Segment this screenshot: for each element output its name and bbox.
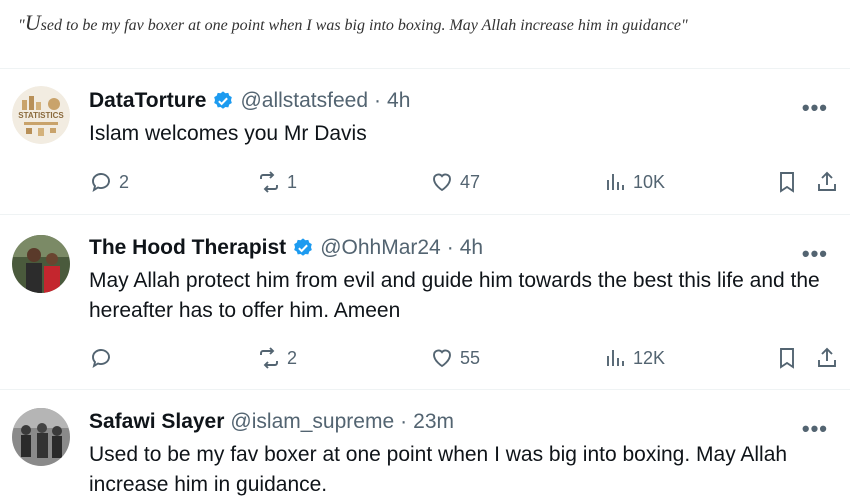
bookmark-button[interactable] [775, 167, 799, 197]
analytics-icon [607, 174, 624, 190]
user-handle[interactable]: @islam_supreme [230, 410, 394, 434]
retweet-button[interactable]: 1 [257, 167, 297, 197]
timestamp[interactable]: 23m [413, 410, 454, 434]
reply-icon [92, 349, 110, 369]
more-options-icon[interactable]: ••• [802, 418, 828, 440]
separator-dot: · [374, 89, 382, 112]
verified-badge-icon [212, 90, 234, 112]
tweet-text: May Allah protect him from evil and guid… [89, 269, 820, 322]
like-button[interactable]: 47 [430, 167, 480, 197]
reply-count: 2 [119, 171, 130, 192]
views-button[interactable]: 12K [603, 343, 665, 373]
avatar[interactable] [12, 235, 70, 293]
retweet-button[interactable]: 2 [257, 343, 297, 373]
like-count: 55 [460, 347, 481, 368]
avatar[interactable] [12, 408, 70, 466]
tweet-header: DataTorture @allstatsfeed · 4h [89, 89, 410, 113]
share-icon [818, 347, 836, 367]
tweet-text: Used to be my fav boxer at one point whe… [89, 443, 788, 496]
quote-text: sed to be my fav boxer at one point when… [40, 17, 688, 34]
bookmark-icon [780, 172, 794, 193]
display-name[interactable]: DataTorture [89, 89, 206, 113]
like-button[interactable]: 55 [430, 343, 480, 373]
tweet-actions: 2 55 12K [89, 343, 849, 373]
retweet-icon [260, 171, 278, 193]
reply-button[interactable]: 2 [89, 167, 129, 197]
like-count: 47 [460, 171, 481, 192]
quote-drop-letter: U [24, 10, 41, 35]
retweet-count: 2 [287, 347, 298, 368]
bookmark-icon [780, 348, 794, 369]
more-options-icon[interactable]: ••• [802, 97, 828, 119]
separator-dot: · [400, 410, 408, 433]
separator-dot: · [446, 236, 454, 259]
analytics-icon [607, 350, 624, 366]
user-handle[interactable]: @OhhMar24 [320, 236, 441, 260]
reply-icon [92, 173, 110, 193]
tweet-text: Islam welcomes you Mr Davis [89, 122, 367, 145]
quote-open-mark: " [18, 17, 25, 34]
avatar-logo-text: STATISTICS [18, 111, 64, 120]
views-button[interactable]: 10K [603, 167, 665, 197]
heart-icon [433, 173, 451, 192]
tweet-hood-therapist[interactable]: The Hood Therapist @OhhMar24 · 4h ••• Ma… [0, 215, 850, 390]
tweet-safawi-slayer[interactable]: Safawi Slayer @islam_supreme · 23m ••• U… [0, 390, 850, 500]
display-name[interactable]: The Hood Therapist [89, 236, 286, 260]
tweet-header: The Hood Therapist @OhhMar24 · 4h [89, 236, 483, 260]
verified-badge-icon [292, 237, 314, 259]
quoted-caption: "Used to be my fav boxer at one point wh… [18, 10, 838, 36]
share-button[interactable] [815, 167, 839, 197]
display-name[interactable]: Safawi Slayer [89, 410, 224, 434]
timestamp[interactable]: 4h [387, 89, 410, 113]
tweet-actions: 2 1 47 10K [89, 167, 849, 197]
retweet-count: 1 [287, 171, 298, 192]
bookmark-button[interactable] [775, 343, 799, 373]
reply-button[interactable] [89, 343, 119, 373]
share-icon [818, 171, 836, 191]
timestamp[interactable]: 4h [460, 236, 483, 260]
heart-icon [433, 349, 451, 368]
retweet-icon [260, 347, 278, 369]
user-handle[interactable]: @allstatsfeed [240, 89, 368, 113]
more-options-icon[interactable]: ••• [802, 243, 828, 265]
view-count: 10K [633, 171, 666, 192]
tweet-datatorture[interactable]: STATISTICS DataTorture @allstatsfeed · 4… [0, 69, 850, 215]
avatar[interactable]: STATISTICS [12, 86, 70, 144]
share-button[interactable] [815, 343, 839, 373]
tweet-header: Safawi Slayer @islam_supreme · 23m [89, 410, 454, 434]
view-count: 12K [633, 347, 666, 368]
